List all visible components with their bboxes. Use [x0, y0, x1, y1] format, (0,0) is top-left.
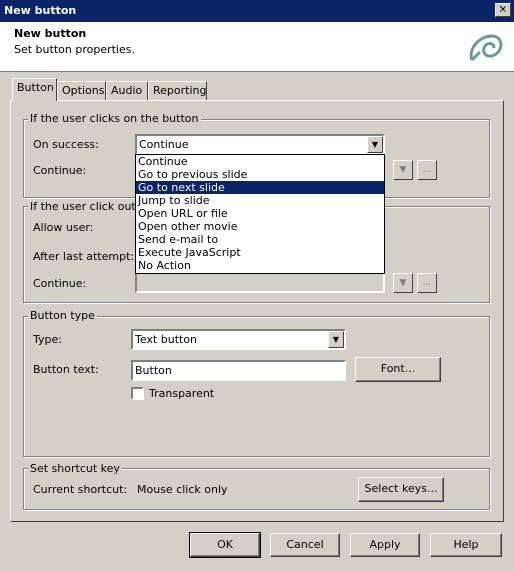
close-icon: ✕ [498, 3, 508, 16]
tab-reporting-label: Reporting [153, 84, 207, 97]
tab-options-label: Options [62, 84, 105, 97]
button-text-input[interactable]: Button [131, 360, 346, 381]
ok-button[interactable]: OK [189, 532, 261, 558]
window-title-bar: New button [0, 0, 514, 22]
dropdown-option[interactable]: Send e-mail to [136, 233, 384, 246]
button-type-select[interactable]: Text button ▼ [131, 329, 346, 350]
header-title: New button [14, 27, 87, 40]
tab-options[interactable]: Options [57, 81, 106, 101]
dropdown-option[interactable]: Open URL or file [136, 207, 384, 220]
fail-continue-browse-button[interactable]: ... [417, 273, 437, 293]
chevron-down-icon[interactable]: ▼ [328, 331, 344, 348]
button-text-value: Button [135, 364, 172, 377]
success-continue-browse-button[interactable]: ... [417, 160, 437, 180]
dropdown-option[interactable]: Go to previous slide [136, 168, 384, 181]
dropdown-option[interactable]: Execute JavaScript [136, 246, 384, 259]
button-text-label: Button text: [33, 363, 99, 376]
fail-continue-select[interactable] [135, 272, 385, 293]
on-success-dropdown-list[interactable]: Continue Go to previous slide Go to next… [135, 154, 385, 274]
dropdown-option[interactable]: No Action [136, 259, 384, 272]
fail-continue-arrow-button[interactable]: ▼ [393, 273, 413, 293]
chevron-down-icon[interactable]: ▼ [367, 136, 383, 153]
on-success-label: On success: [33, 138, 99, 151]
after-last-attempt-label: After last attempt: [33, 250, 135, 263]
tab-button[interactable]: Button [12, 78, 57, 101]
apply-button[interactable]: Apply [350, 533, 420, 557]
tab-reporting[interactable]: Reporting [148, 81, 207, 101]
current-shortcut-label: Current shortcut: [33, 483, 128, 496]
help-button[interactable]: Help [430, 533, 502, 557]
type-label: Type: [33, 333, 62, 346]
window-title: New button [4, 4, 77, 17]
button-type-legend: Button type [28, 309, 97, 322]
dropdown-option[interactable]: Open other movie [136, 220, 384, 233]
font-button[interactable]: Font... [355, 357, 441, 382]
fail-continue-label: Continue: [33, 277, 87, 290]
success-continue-label: Continue: [33, 164, 87, 177]
on-success-value: Continue [139, 138, 189, 151]
select-keys-button[interactable]: Select keys... [358, 477, 444, 502]
allow-user-label: Allow user: [33, 221, 94, 234]
button-type-value: Text button [135, 333, 198, 346]
transparent-checkbox[interactable] [131, 387, 144, 400]
shortcut-legend: Set shortcut key [28, 462, 122, 475]
success-group-legend: If the user clicks on the button [28, 112, 201, 125]
cancel-button[interactable]: Cancel [270, 533, 340, 557]
header-subtitle: Set button properties. [14, 43, 135, 56]
dialog-header: New button Set button properties. [0, 22, 514, 72]
tab-audio-label: Audio [111, 84, 143, 97]
transparent-label: Transparent [149, 387, 215, 400]
current-shortcut-value: Mouse click only [137, 483, 228, 496]
dropdown-option[interactable]: Jump to slide [136, 194, 384, 207]
close-button[interactable]: ✕ [495, 3, 511, 17]
success-continue-arrow-button[interactable]: ▼ [393, 160, 413, 180]
dropdown-option-selected[interactable]: Go to next slide [136, 181, 384, 194]
on-success-select[interactable]: Continue ▼ [135, 134, 385, 155]
dropdown-option[interactable]: Continue [136, 155, 384, 168]
app-logo-icon [469, 34, 503, 62]
tab-button-label: Button [17, 81, 54, 94]
tab-audio[interactable]: Audio [106, 81, 148, 101]
